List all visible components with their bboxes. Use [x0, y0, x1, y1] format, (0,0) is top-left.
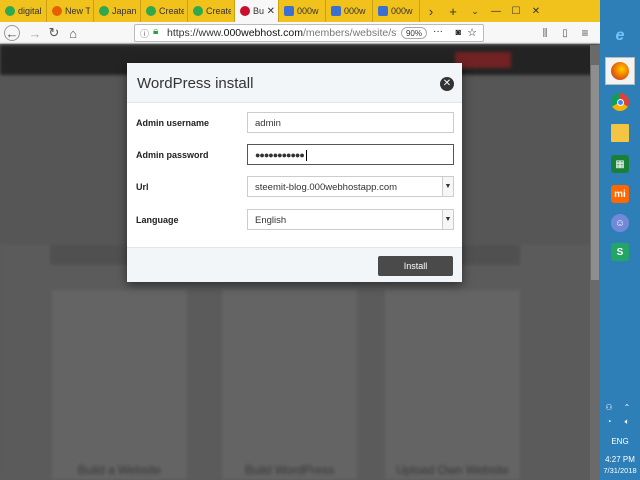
tray-network-icon[interactable]: ◔ [604, 418, 614, 426]
lock-icon: 🔒︎ [153, 26, 159, 37]
library-icon[interactable]: ⫼ [537, 25, 553, 41]
tab-2[interactable]: Japan [94, 0, 141, 22]
chevron-down-icon[interactable]: ▼ [442, 177, 453, 196]
discord-icon: ☺ [611, 214, 629, 232]
close-window-button[interactable]: ✕ [526, 0, 546, 22]
tab-title: Japan [112, 6, 137, 16]
password-dots: ●●●●●●●●●●● [255, 150, 305, 160]
admin-username-label: Admin username [136, 118, 210, 128]
scroll-tabs-right-icon[interactable]: › [420, 0, 442, 22]
chevron-down-icon[interactable]: ▼ [442, 210, 453, 229]
store-icon: ▦ [611, 155, 629, 173]
language-label: Language [136, 215, 179, 225]
clock-date[interactable]: 7/31/2018 [600, 466, 640, 475]
forward-button[interactable]: → [27, 25, 43, 41]
pocket-icon[interactable]: ◙ [456, 27, 461, 37]
taskbar-firefox[interactable] [605, 57, 635, 85]
p-icon [284, 6, 294, 16]
url-path: /members/website/stee [303, 27, 397, 39]
tab-title: Create [206, 6, 231, 16]
tab-5-active[interactable]: Bu ✕ [235, 0, 279, 22]
address-bar[interactable]: ⓘ 🔒︎ https://www.000webhost.com/members/… [134, 24, 484, 42]
taskbar-discord[interactable]: ☺ [605, 209, 635, 237]
navigation-bar: ← → ↻ ⌂ ⓘ 🔒︎ https://www.000webhost.com/… [0, 22, 600, 44]
tab-0[interactable]: digital [0, 0, 47, 22]
tab-title: Create [159, 6, 184, 16]
tab-title: digital [18, 6, 42, 16]
admin-username-input[interactable]: admin [247, 112, 454, 133]
tab-list-chevron-icon[interactable]: ⌄ [464, 0, 486, 22]
url-text: https://www.000webhost.com/members/websi… [167, 27, 397, 39]
tab-1[interactable]: New T [47, 0, 94, 22]
scrollbar[interactable] [590, 45, 600, 480]
globe-green-icon [146, 6, 156, 16]
firefox-icon [611, 62, 629, 80]
tray-volume-icon[interactable]: 🔈︎ [622, 418, 632, 426]
tab-8[interactable]: 000w [373, 0, 420, 22]
language-indicator[interactable]: ENG [600, 437, 640, 446]
language-select[interactable]: English ▼ [247, 209, 454, 230]
internet-explorer-icon: e [615, 27, 625, 44]
p-icon [331, 6, 341, 16]
install-button[interactable]: Install [378, 256, 453, 276]
clock-time[interactable]: 4:27 PM [600, 455, 640, 464]
url-select-value: steemit-blog.000webhostapp.com [255, 182, 398, 193]
browser-window: digital New T Japan Create Create Bu ✕ 00… [0, 0, 600, 480]
tab-strip: digital New T Japan Create Create Bu ✕ 00… [0, 0, 600, 22]
close-icon[interactable]: ✕ [440, 77, 454, 91]
file-explorer-icon [611, 124, 629, 142]
globe-green-icon [193, 6, 203, 16]
admin-password-label: Admin password [136, 150, 209, 160]
taskbar-sheets[interactable]: S [605, 238, 635, 266]
back-button[interactable]: ← [4, 25, 20, 41]
wordpress-install-dialog: WordPress install ✕ Admin username admin… [127, 63, 462, 282]
taskbar-internet-explorer[interactable]: e [605, 22, 635, 50]
tab-title: 000w [391, 6, 413, 16]
tray-chevron-icon[interactable]: ⌃ [622, 404, 632, 412]
language-select-value: English [255, 215, 287, 226]
dialog-title: WordPress install [137, 75, 254, 92]
url-select[interactable]: steemit-blog.000webhostapp.com ▼ [247, 176, 454, 197]
text-cursor [305, 150, 307, 162]
tab-3[interactable]: Create [141, 0, 188, 22]
url-host: 000webhost.com [223, 27, 303, 39]
taskbar-mi[interactable]: mi [605, 180, 635, 208]
chrome-icon [611, 93, 629, 111]
globe-green-icon [99, 6, 109, 16]
tab-title: Bu [253, 6, 264, 16]
tab-7[interactable]: 000w [326, 0, 373, 22]
minimize-button[interactable]: — [486, 0, 506, 22]
close-tab-icon[interactable]: ✕ [267, 6, 275, 17]
url-label: Url [136, 182, 149, 192]
menu-icon[interactable]: ≡ [577, 25, 593, 41]
zoom-badge[interactable]: 90% [400, 27, 427, 39]
tab-title: 000w [297, 6, 319, 16]
taskbar-chrome[interactable] [605, 88, 635, 116]
firefox-icon [52, 6, 62, 16]
taskbar-store[interactable]: ▦ [605, 150, 635, 178]
new-tab-button[interactable]: + [442, 0, 464, 22]
tab-title: New T [65, 6, 90, 16]
url-prefix: https://www. [167, 27, 224, 39]
scrollbar-thumb[interactable] [591, 65, 599, 280]
home-button[interactable]: ⌂ [65, 25, 81, 41]
tab-title: 000w [344, 6, 366, 16]
more-actions-icon[interactable]: ··· [433, 26, 443, 37]
steemit-icon [240, 6, 250, 16]
maximize-button[interactable]: ☐ [506, 0, 526, 22]
mi-icon: mi [611, 185, 629, 203]
sidebar-icon[interactable]: ▯ [557, 25, 573, 41]
tab-4[interactable]: Create [188, 0, 235, 22]
tab-6[interactable]: 000w [279, 0, 326, 22]
p-icon [378, 6, 388, 16]
info-icon[interactable]: ⓘ [140, 27, 149, 40]
taskbar-file-explorer[interactable] [605, 119, 635, 147]
reload-button[interactable]: ↻ [46, 25, 62, 41]
bookmark-star-icon[interactable]: ☆ [467, 26, 477, 39]
globe-green-icon [5, 6, 15, 16]
admin-password-input[interactable]: ●●●●●●●●●●● [247, 144, 454, 165]
sheets-icon: S [611, 243, 629, 261]
tray-people-icon[interactable]: ⚇ [604, 404, 614, 412]
dialog-header: WordPress install ✕ [127, 63, 462, 103]
